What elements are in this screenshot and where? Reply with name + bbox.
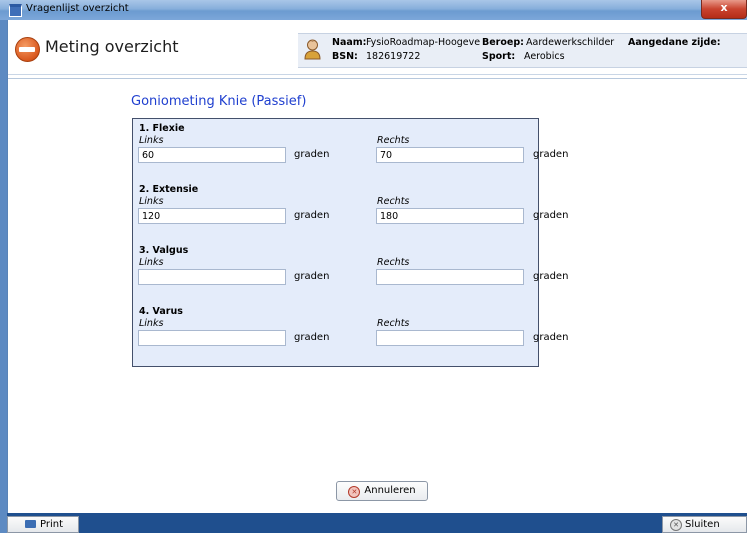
unit-label: graden: [294, 210, 330, 221]
left-label: Links: [139, 318, 164, 329]
unit-label: graden: [533, 210, 569, 221]
beroep-label: Beroep:: [482, 37, 524, 48]
window-title: Vragenlijst overzicht: [26, 3, 129, 14]
varus-left-input[interactable]: [138, 330, 286, 346]
question-title: 2. Extensie: [139, 184, 199, 195]
unit-label: graden: [533, 332, 569, 343]
unit-label: graden: [294, 271, 330, 282]
flexie-left-input[interactable]: [138, 147, 286, 163]
right-label: Rechts: [377, 135, 410, 146]
cancel-button[interactable]: ✕ Annuleren: [336, 481, 428, 501]
close-button-label: Sluiten: [685, 519, 720, 530]
unit-label: graden: [294, 332, 330, 343]
person-icon: [304, 39, 321, 60]
print-button[interactable]: Print: [7, 516, 79, 533]
valgus-right-input[interactable]: [376, 269, 524, 285]
bottom-toolbar: Print ✕ Sluiten: [7, 513, 747, 533]
flexie-right-input[interactable]: [376, 147, 524, 163]
main-content: Goniometing Knie (Passief) 1. Flexie Lin…: [8, 78, 747, 501]
cancel-icon: ✕: [348, 486, 361, 498]
cancel-button-label: Annuleren: [364, 485, 416, 496]
left-label: Links: [139, 196, 164, 207]
bsn-label: BSN:: [332, 51, 358, 62]
left-label: Links: [139, 135, 164, 146]
page-title: Meting overzicht: [45, 37, 179, 56]
right-label: Rechts: [377, 318, 410, 329]
close-button[interactable]: ✕ Sluiten: [662, 516, 747, 533]
patient-info: Naam: FysioRoadmap-Hoogeve Beroep: Aarde…: [298, 33, 747, 68]
window-left-border: [0, 20, 7, 533]
window-close-button[interactable]: x: [701, 0, 747, 19]
extensie-left-input[interactable]: [138, 208, 286, 224]
print-button-label: Print: [40, 519, 64, 530]
valgus-left-input[interactable]: [138, 269, 286, 285]
unit-label: graden: [533, 271, 569, 282]
bsn-value: 182619722: [366, 51, 421, 62]
sport-value: Aerobics: [524, 51, 565, 62]
aangedane-zijde-label: Aangedane zijde:: [628, 37, 721, 48]
form-title: Goniometing Knie (Passief): [131, 94, 307, 109]
left-label: Links: [139, 257, 164, 268]
varus-right-input[interactable]: [376, 330, 524, 346]
beroep-value: Aardewerkschilder: [526, 37, 615, 48]
unit-label: graden: [533, 149, 569, 160]
window-icon: [9, 4, 22, 17]
app-window: Meting overzicht Naam: FysioRoadmap-Hoog…: [7, 20, 747, 513]
right-label: Rechts: [377, 196, 410, 207]
header: Meting overzicht Naam: FysioRoadmap-Hoog…: [8, 20, 747, 75]
naam-value: FysioRoadmap-Hoogeve: [366, 37, 481, 48]
unit-label: graden: [294, 149, 330, 160]
right-label: Rechts: [377, 257, 410, 268]
measurement-panel: 1. Flexie Links graden Rechts 2. Extensi…: [132, 118, 539, 367]
measure-icon: [15, 37, 40, 62]
naam-label: Naam:: [332, 37, 367, 48]
question-title: 3. Valgus: [139, 245, 189, 256]
close-icon: ✕: [670, 519, 682, 531]
title-bar: Vragenlijst overzicht x: [0, 0, 747, 20]
printer-icon: [25, 520, 36, 528]
question-title: 1. Flexie: [139, 123, 185, 134]
sport-label: Sport:: [482, 51, 516, 62]
extensie-right-input[interactable]: [376, 208, 524, 224]
question-title: 4. Varus: [139, 306, 183, 317]
